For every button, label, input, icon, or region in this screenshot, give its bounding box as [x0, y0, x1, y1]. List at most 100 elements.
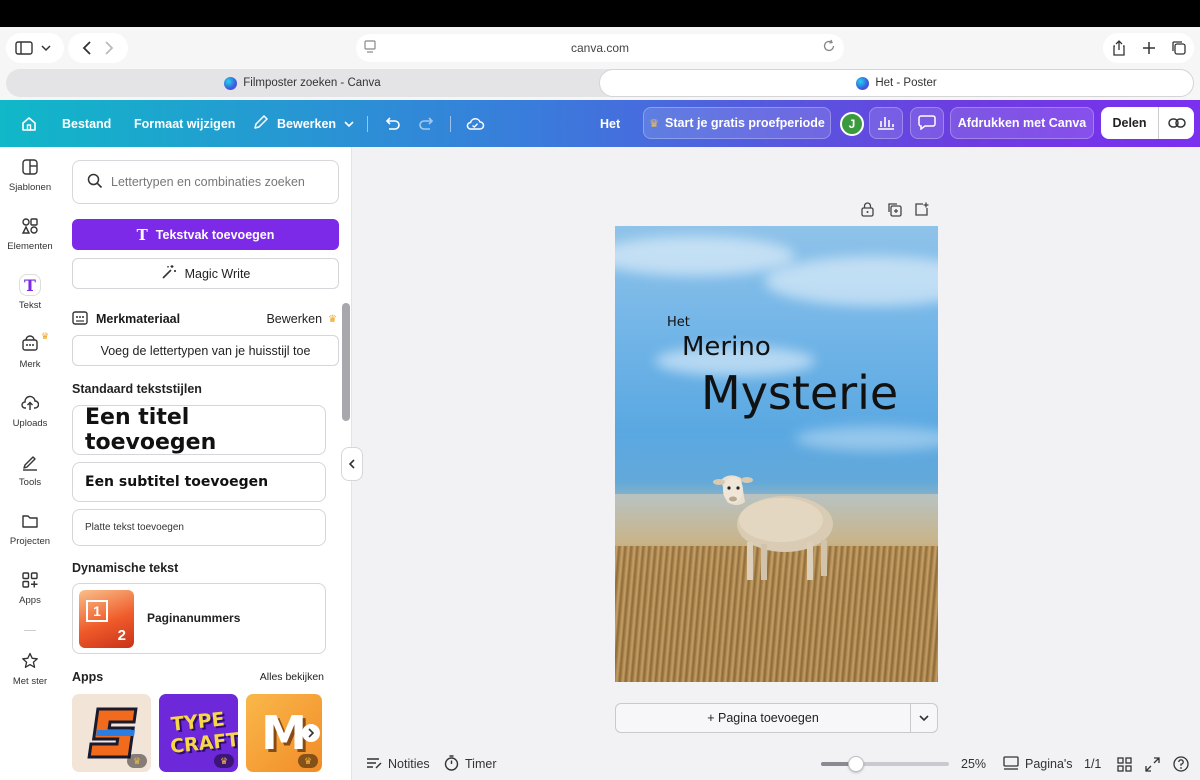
elements-icon [20, 216, 40, 236]
cloud-saved-icon[interactable] [465, 100, 485, 147]
chevron-down-icon [919, 715, 929, 722]
add-page-dropdown[interactable] [910, 704, 937, 732]
page-numbers-button[interactable]: 1 2 Paginanummers [72, 583, 326, 654]
sky-cloud [795, 426, 938, 451]
poster-title-merino[interactable]: Merino [682, 332, 771, 362]
avatar[interactable]: J [840, 112, 864, 136]
add-page-icon[interactable] [914, 202, 929, 222]
add-subtitle-button[interactable]: Een subtitel toevoegen [72, 462, 326, 502]
tab-het-poster[interactable]: Het - Poster [599, 69, 1194, 97]
tabs-overview-icon[interactable] [1168, 37, 1190, 59]
font-search-input[interactable]: Lettertypen en combinaties zoeken [72, 160, 339, 204]
timer-button[interactable]: Timer [444, 748, 496, 780]
home-icon[interactable] [20, 100, 38, 147]
pages-icon [1003, 755, 1019, 773]
notes-button[interactable]: Notities [366, 748, 430, 780]
lock-icon[interactable] [860, 202, 875, 222]
poster-title-het[interactable]: Het [667, 315, 690, 330]
magic-wand-icon [161, 264, 177, 283]
tab-filmposter[interactable]: Filmposter zoeken - Canva [6, 69, 599, 97]
pages-button[interactable]: Pagina's [1003, 748, 1073, 780]
add-page-button[interactable]: + Pagina toevoegen [616, 704, 910, 732]
rail-item-starred[interactable]: Met ster [0, 644, 60, 694]
share-button[interactable]: Delen [1101, 107, 1159, 139]
rail-item-brand[interactable]: Merk [0, 327, 60, 377]
zoom-slider[interactable] [821, 756, 949, 772]
resize-menu[interactable]: Formaat wijzigen [134, 100, 235, 147]
templates-icon [20, 157, 40, 177]
undo-icon[interactable] [383, 100, 401, 147]
app-tile-typecraft[interactable]: TYPE CRAFT ♛ [159, 694, 238, 772]
brand-edit-link[interactable]: Bewerken [266, 312, 322, 326]
zoom-slider-thumb[interactable] [847, 756, 864, 772]
rail-item-templates[interactable]: Sjablonen [0, 150, 60, 200]
fullscreen-icon[interactable] [1145, 748, 1160, 780]
magic-write-button[interactable]: Magic Write [72, 258, 339, 289]
pencil-icon [253, 114, 269, 133]
rail-divider [24, 630, 36, 631]
brand-kit-row: Merkmateriaal Bewerken ♛ [72, 310, 337, 328]
apps-heading: Apps [72, 670, 104, 684]
trial-button[interactable]: ♛ Start je gratis proefperiode [643, 107, 831, 139]
brand-kit-icon [72, 310, 88, 329]
new-tab-icon[interactable] [1138, 37, 1160, 59]
add-textbox-button[interactable]: T Tekstvak toevoegen [72, 219, 339, 250]
pages-label: Pagina's [1025, 757, 1073, 771]
history-nav [68, 33, 128, 63]
trial-label: Start je gratis proefperiode [665, 116, 825, 130]
app-m-text: M [261, 706, 307, 760]
app-tile-s[interactable]: S ♛ [72, 694, 151, 772]
bar-chart-icon [877, 114, 895, 133]
tab-label: Filmposter zoeken - Canva [243, 77, 381, 89]
text-icon: T [20, 275, 40, 295]
crown-icon: ♛ [127, 754, 147, 768]
insights-button[interactable] [869, 107, 903, 139]
add-title-button[interactable]: Een titel toevoegen [72, 405, 326, 455]
link-icon[interactable] [1159, 107, 1194, 139]
page-settings-icon[interactable] [364, 40, 376, 57]
reload-icon[interactable] [822, 39, 836, 56]
redo-icon[interactable] [418, 100, 436, 147]
sidebar-toggle-button[interactable] [6, 33, 64, 63]
rail-item-text[interactable]: T Tekst [0, 268, 60, 318]
address-bar[interactable]: canva.com [356, 34, 844, 62]
see-all-link[interactable]: Alles bekijken [260, 671, 324, 683]
rail-item-apps[interactable]: Apps [0, 563, 60, 613]
add-subtitle-label: Een subtitel toevoegen [85, 474, 269, 490]
edit-menu[interactable]: Bewerken [253, 100, 354, 147]
help-icon[interactable] [1173, 748, 1189, 780]
app-typecraft-text: TYPE CRAFT [168, 708, 238, 759]
notes-label: Notities [388, 757, 430, 771]
print-button[interactable]: Afdrukken met Canva [950, 107, 1094, 139]
timer-icon [444, 754, 459, 774]
document-title[interactable]: Het [600, 100, 620, 147]
rail-item-tools[interactable]: Tools [0, 445, 60, 495]
add-page-bar: + Pagina toevoegen [615, 703, 938, 733]
back-arrow-icon[interactable] [76, 37, 98, 59]
page-tools [860, 202, 929, 222]
add-body-text-button[interactable]: Platte tekst toevoegen [72, 509, 326, 546]
collapse-panel-button[interactable] [341, 447, 363, 481]
poster-title-mysterie[interactable]: Mysterie [701, 366, 898, 420]
rail-item-projects[interactable]: Projecten [0, 504, 60, 554]
toolbar-divider [367, 116, 368, 132]
apps-icon [20, 570, 40, 590]
chevron-down-icon [35, 37, 57, 59]
duplicate-page-icon[interactable] [887, 202, 902, 222]
search-placeholder: Lettertypen en combinaties zoeken [111, 175, 305, 189]
grid-view-icon[interactable] [1117, 748, 1132, 780]
app-tile-m[interactable]: M ♛ [246, 694, 322, 772]
brand-kit-title: Merkmateriaal [96, 312, 181, 326]
comment-button[interactable] [910, 107, 944, 139]
poster-canvas[interactable]: Het Merino Mysterie [615, 226, 938, 682]
share-icon[interactable] [1108, 37, 1130, 59]
rail-item-uploads[interactable]: Uploads [0, 386, 60, 436]
add-brand-fonts-button[interactable]: Voeg de lettertypen van je huisstijl toe [72, 335, 339, 366]
carousel-next-button[interactable] [302, 724, 320, 742]
file-menu[interactable]: Bestand [62, 100, 111, 147]
forward-arrow-icon[interactable] [98, 37, 120, 59]
timer-label: Timer [465, 757, 497, 771]
panel-scrollbar[interactable] [342, 303, 350, 421]
zoom-level[interactable]: 25% [961, 748, 986, 780]
rail-item-elements[interactable]: Elementen [0, 209, 60, 259]
